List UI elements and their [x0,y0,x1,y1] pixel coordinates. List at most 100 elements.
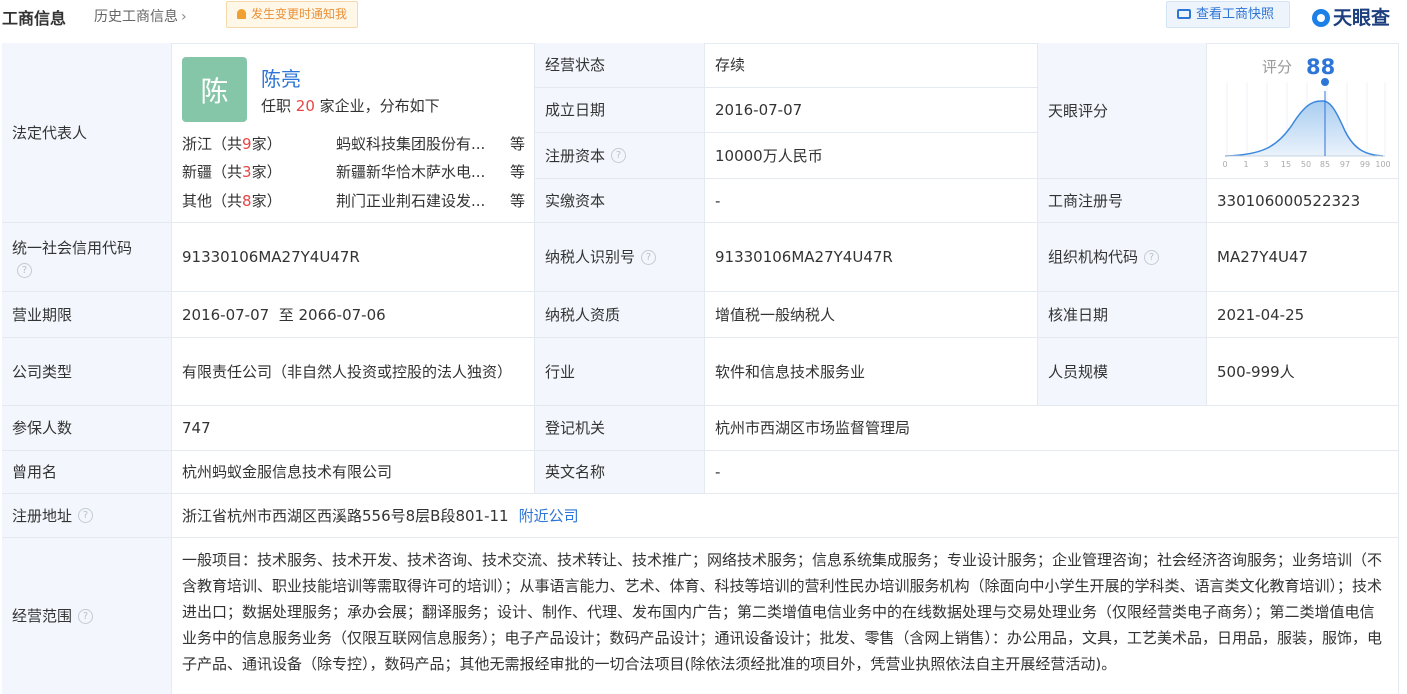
svg-text:50: 50 [1301,160,1311,169]
est-label-cell: 成立日期 [535,88,705,133]
region-name: 其他（共 [182,192,243,210]
industry-label-cell: 行业 [535,338,705,406]
insured-label-cell: 参保人数 [2,406,172,451]
tax-label-cell: 纳税人识别号? [535,223,705,292]
help-icon[interactable]: ? [1144,249,1160,265]
approve-value: 2021-04-25 [1217,305,1305,324]
addr-label-cell: 注册地址? [2,494,172,538]
region-more-1[interactable]: 等 [510,133,525,154]
bell-icon [237,9,246,19]
status-value: 存续 [715,56,746,74]
legal-rep-label: 法定代表人 [12,123,88,142]
type-label: 公司类型 [12,362,73,381]
tianyancha-logo[interactable]: 天眼查 [1312,3,1390,30]
former-value: 杭州蚂蚁金服信息技术有限公司 [182,463,393,481]
svg-text:1: 1 [1243,160,1248,169]
nearby-companies-link[interactable]: 附近公司 [519,505,579,527]
logo-mark-icon [1312,9,1330,27]
approve-value-cell: 2021-04-25 [1207,292,1399,338]
snapshot-button[interactable]: 查看工商快照 [1166,1,1290,28]
paid-cap-label: 实缴资本 [545,191,606,210]
status-label-cell: 经营状态 [535,43,705,88]
paid-cap-value-cell: - [705,179,1038,223]
score-marker-pin [1321,78,1330,86]
staff-label: 人员规模 [1048,362,1109,381]
type-value-cell: 有限责任公司（非自然人投资或控股的法人独资） [172,338,535,406]
scope-label-cell: 经营范围? [2,538,172,694]
addr-value: 浙江省杭州市西湖区西溪路556号8层B段801-11 [182,506,509,525]
help-icon[interactable]: ? [78,508,94,523]
scope-label: 经营范围 [12,607,73,625]
legal-rep-label-cell: 法定代表人 [2,43,172,223]
org-label: 组织机构代码 [1048,248,1139,266]
region-row-2[interactable]: 新疆（共3家） [182,161,282,182]
taxq-value: 增值税一般纳税人 [715,305,836,324]
authority-label: 登记机关 [545,419,606,437]
english-value-cell: - [705,451,1399,494]
term-value: 2016-07-07 至 2066-07-06 [182,305,386,324]
est-label: 成立日期 [545,101,606,119]
region-company-3[interactable]: 荆门正业荆石建设发... [336,190,498,211]
svg-text:97: 97 [1340,160,1350,169]
score-label-cell: 天眼评分 [1038,43,1207,179]
region-row-3[interactable]: 其他（共8家） [182,190,282,211]
authority-value-cell: 杭州市西湖区市场监督管理局 [705,406,1399,451]
region-company-2[interactable]: 新疆新华恰木萨水电... [336,161,498,182]
history-link[interactable]: 历史工商信息 › [94,6,187,26]
logo-text: 天眼查 [1333,7,1391,29]
summary-suffix: 家企业，分布如下 [319,97,440,115]
region-more-3[interactable]: 等 [510,190,525,211]
insured-label: 参保人数 [12,419,73,437]
notify-change-button[interactable]: 发生变更时通知我 [226,1,359,28]
industry-value: 软件和信息技术服务业 [715,362,866,381]
score-chart-cell[interactable]: 评分 88 0 1 3 15 50 85 97 99 100 [1207,43,1399,179]
former-label: 曾用名 [12,463,58,481]
credit-value: 91330106MA27Y4U47R [182,248,360,266]
reg-cap-label: 注册资本 [545,146,606,165]
former-label-cell: 曾用名 [2,451,172,494]
region-tail: 家） [251,135,282,153]
help-icon[interactable]: ? [611,148,627,163]
history-label: 历史工商信息 [94,9,178,25]
org-value-cell: MA27Y4U47 [1207,223,1399,292]
taxq-label: 纳税人资质 [545,305,621,324]
reg-no-value-cell: 330106000522323 [1207,179,1399,223]
svg-text:0: 0 [1222,160,1227,169]
staff-value-cell: 500-999人 [1207,338,1399,406]
svg-text:99: 99 [1360,160,1370,169]
term-value-cell: 2016-07-07 至 2066-07-06 [172,292,535,338]
reg-no-label-cell: 工商注册号 [1038,179,1207,223]
reg-cap-label-cell: 注册资本? [535,133,705,179]
help-icon[interactable]: ? [641,249,657,265]
camera-icon [1177,9,1191,19]
type-label-cell: 公司类型 [2,338,172,406]
term-label-cell: 营业期限 [2,292,172,338]
region-more-2[interactable]: 等 [510,161,525,182]
avatar[interactable]: 陈 [182,57,247,122]
staff-label-cell: 人员规模 [1038,338,1207,406]
english-label: 英文名称 [545,463,606,481]
region-company-1[interactable]: 蚂蚁科技集团股份有... [336,133,498,154]
reg-no-value: 330106000522323 [1217,191,1361,210]
addr-label: 注册地址 [12,506,73,525]
addr-value-cell: 浙江省杭州市西湖区西溪路556号8层B段801-11 附近公司 [172,494,1399,538]
legal-rep-name-link[interactable]: 陈亮 [261,63,301,92]
approve-label-cell: 核准日期 [1038,292,1207,338]
scope-value: 一般项目：技术服务、技术开发、技术咨询、技术交流、技术转让、技术推广；网络技术服… [172,538,1399,694]
reg-cap-value-cell: 10000万人民币 [705,133,1038,179]
region-count: 9 [242,135,252,153]
snapshot-label: 查看工商快照 [1196,7,1275,22]
paid-cap-value: - [715,191,721,210]
help-icon[interactable]: ? [17,262,32,278]
legal-rep-summary: 任职 20 家企业，分布如下 [261,95,440,116]
section-header: 工商信息 历史工商信息 › 发生变更时通知我 查看工商快照 天眼查 [0,0,1407,32]
help-icon[interactable]: ? [78,608,94,624]
region-row-1[interactable]: 浙江（共9家） [182,133,282,154]
credit-label-cell: 统一社会信用代码? [2,223,172,292]
est-value: 2016-07-07 [715,101,803,119]
svg-text:100: 100 [1375,160,1390,169]
type-value: 有限责任公司（非自然人投资或控股的法人独资） [182,362,513,381]
score-caption: 评分 [1262,58,1292,76]
authority-value: 杭州市西湖区市场监督管理局 [715,419,911,437]
status-value-cell: 存续 [705,43,1038,88]
